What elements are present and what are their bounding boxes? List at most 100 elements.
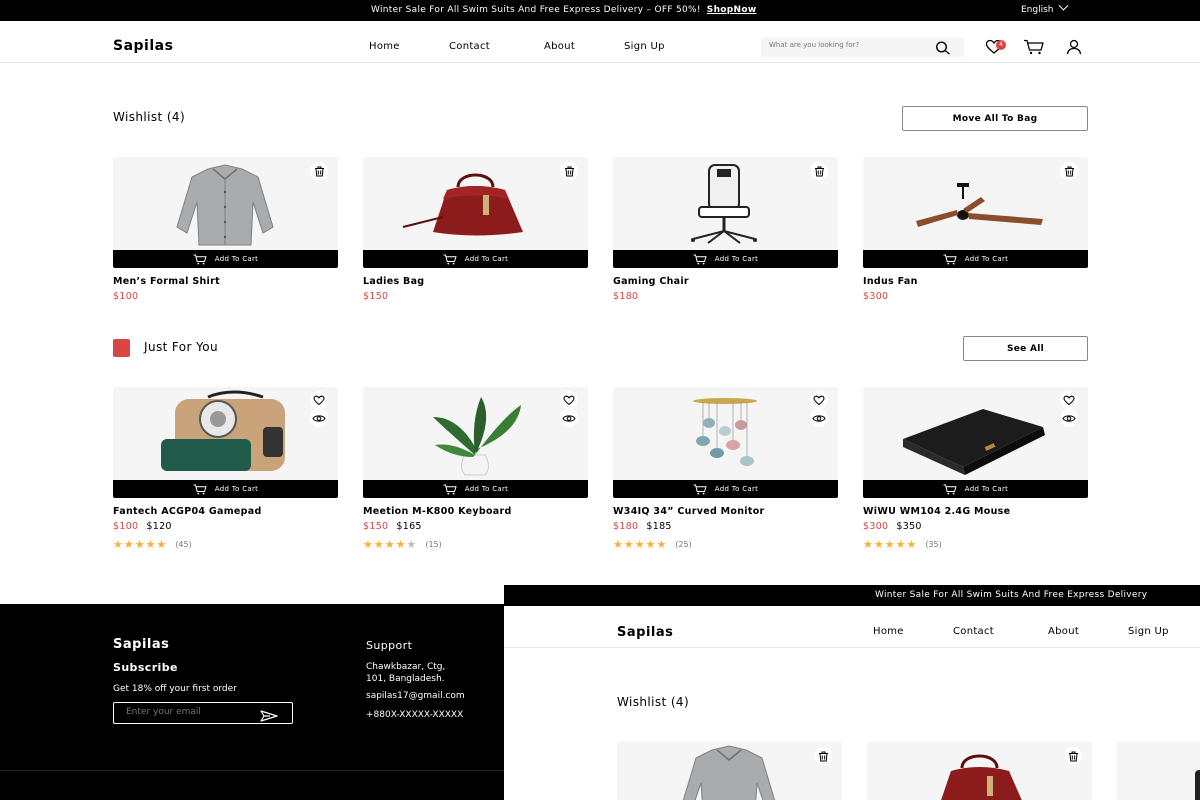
product-card[interactable]: Add To Cart Fantech ACGP04 Gamepad $100 $… [113, 387, 338, 551]
nav-sign-up[interactable]: Sign Up [624, 41, 665, 52]
add-to-cart-button[interactable]: Add To Cart [613, 480, 838, 498]
add-to-cart-button[interactable]: Add To Cart [363, 250, 588, 268]
overlay-nav-contact[interactable]: Contact [953, 626, 994, 637]
cart-icon[interactable] [1023, 39, 1045, 59]
product-name[interactable]: WiWU WM104 2.4G Mouse [863, 506, 1088, 517]
delete-item-button[interactable] [560, 162, 578, 180]
trash-icon [818, 751, 828, 761]
add-to-cart-label: Add To Cart [964, 485, 1009, 493]
search-icon[interactable] [935, 40, 951, 59]
add-to-wishlist-button[interactable] [310, 391, 328, 409]
address-line-1: Chawkbazar, Ctg, [366, 662, 446, 672]
add-to-wishlist-button[interactable] [560, 391, 578, 409]
product-name[interactable]: Ladies Bag [363, 276, 588, 287]
overlay-logo[interactable]: Sapilas [617, 625, 673, 640]
add-to-wishlist-button[interactable] [1060, 391, 1078, 409]
footer-logo[interactable]: Sapilas [113, 637, 169, 652]
delete-item-button[interactable] [1060, 162, 1078, 180]
support-phone[interactable]: +880X-XXXXX-XXXXX [366, 710, 463, 720]
delete-item-button[interactable] [310, 162, 328, 180]
nav-contact[interactable]: Contact [449, 41, 490, 52]
old-price: $350 [896, 521, 922, 532]
wishlist-item[interactable]: Add To Cart Indus Fan $300 [863, 157, 1088, 302]
overlay-nav-sign-up[interactable]: Sign Up [1128, 626, 1169, 637]
cart-icon [443, 484, 457, 494]
product-name[interactable]: Indus Fan [863, 276, 1088, 287]
product-rating: ★★★★★ (15) [363, 538, 588, 551]
product-card[interactable]: Add To Cart W34IQ 34” Curved Monitor $18… [613, 387, 838, 551]
see-all-button[interactable]: See All [963, 336, 1088, 361]
overlay-nav-about[interactable]: About [1048, 626, 1079, 637]
overlay-wishlist-item[interactable] [1117, 742, 1200, 800]
quick-view-button[interactable] [810, 409, 828, 427]
wishlist-item[interactable]: Add To Cart Ladies Bag $150 [363, 157, 588, 302]
product-image-frame: Add To Cart [113, 387, 338, 498]
quick-view-button[interactable] [310, 409, 328, 427]
shop-now-link[interactable]: ShopNow [707, 5, 757, 15]
subscribe-offer-text: Get 18% off your first order [113, 684, 237, 694]
product-name[interactable]: Meetion M-K800 Keyboard [363, 506, 588, 517]
delete-item-button[interactable] [814, 747, 832, 765]
cart-icon [193, 484, 207, 494]
current-price: $180 [613, 521, 639, 532]
language-select[interactable]: English [1021, 0, 1068, 15]
add-to-cart-button[interactable]: Add To Cart [113, 250, 338, 268]
delete-item-button[interactable] [1064, 747, 1082, 765]
move-all-to-bag-button[interactable]: Move All To Bag [902, 106, 1088, 131]
quick-view-button[interactable] [1060, 409, 1078, 427]
review-count: (45) [175, 540, 192, 549]
product-name[interactable]: Fantech ACGP04 Gamepad [113, 506, 338, 517]
product-image-frame: Add To Cart [863, 387, 1088, 498]
footer-divider [0, 770, 505, 771]
add-to-cart-button[interactable]: Add To Cart [113, 480, 338, 498]
product-name[interactable]: Gaming Chair [613, 276, 838, 287]
product-name[interactable]: W34IQ 34” Curved Monitor [613, 506, 838, 517]
product-image-frame: Add To Cart [613, 387, 838, 498]
product-name[interactable]: Men’s Formal Shirt [113, 276, 338, 287]
add-to-wishlist-button[interactable] [810, 391, 828, 409]
wishlist-title: Wishlist (4) [113, 110, 186, 124]
promo-text-wrap: Winter Sale For All Swim Suits And Free … [371, 5, 756, 15]
old-price: $185 [646, 521, 672, 532]
wishlist-item[interactable]: Add To Cart Men’s Formal Shirt $100 [113, 157, 338, 302]
bag-image [941, 754, 1022, 800]
language-label: English [1021, 5, 1054, 15]
add-to-cart-label: Add To Cart [464, 255, 509, 263]
wishlist-item[interactable]: Add To Cart Gaming Chair $180 [613, 157, 838, 302]
overlay-nav-home[interactable]: Home [873, 626, 904, 637]
quick-view-button[interactable] [560, 409, 578, 427]
product-price: $180 [613, 291, 639, 302]
user-account-icon[interactable] [1066, 39, 1082, 59]
eye-icon [562, 414, 576, 422]
cart-icon [193, 254, 207, 264]
add-to-cart-label: Add To Cart [714, 255, 759, 263]
add-to-cart-button[interactable]: Add To Cart [363, 480, 588, 498]
ceiling-fan-image [916, 183, 1043, 227]
product-image-frame: Add To Cart [613, 157, 838, 268]
overlay-promo-text: Winter Sale For All Swim Suits And Free … [875, 590, 1148, 600]
add-to-cart-button[interactable]: Add To Cart [863, 250, 1088, 268]
logo[interactable]: Sapilas [113, 38, 173, 54]
delete-item-button[interactable] [810, 162, 828, 180]
nav-about[interactable]: About [544, 41, 575, 52]
support-email[interactable]: sapilas17@gmail.com [366, 691, 465, 701]
product-card[interactable]: Add To Cart WiWU WM104 2.4G Mouse $300 $3… [863, 387, 1088, 551]
overlay-wishlist-item[interactable] [617, 742, 842, 800]
eye-icon [312, 414, 326, 422]
trash-icon [564, 166, 574, 176]
overlay-screenshot: Winter Sale For All Swim Suits And Free … [504, 585, 1200, 800]
add-to-cart-button[interactable]: Add To Cart [863, 480, 1088, 498]
nav-home[interactable]: Home [369, 41, 400, 52]
send-icon[interactable] [260, 707, 278, 726]
add-to-cart-button[interactable]: Add To Cart [613, 250, 838, 268]
current-price: $100 [113, 521, 139, 532]
review-count: (35) [925, 540, 942, 549]
overlay-header-divider [504, 647, 1200, 648]
product-card[interactable]: Add To Cart Meetion M-K800 Keyboard $150… [363, 387, 588, 551]
overlay-wishlist-item[interactable] [867, 742, 1092, 800]
subscribe-email-input[interactable] [126, 707, 256, 717]
product-rating: ★★★★★ (45) [113, 538, 338, 551]
search-input[interactable] [769, 41, 929, 49]
page: Winter Sale For All Swim Suits And Free … [0, 0, 1200, 800]
heart-icon [563, 395, 575, 405]
